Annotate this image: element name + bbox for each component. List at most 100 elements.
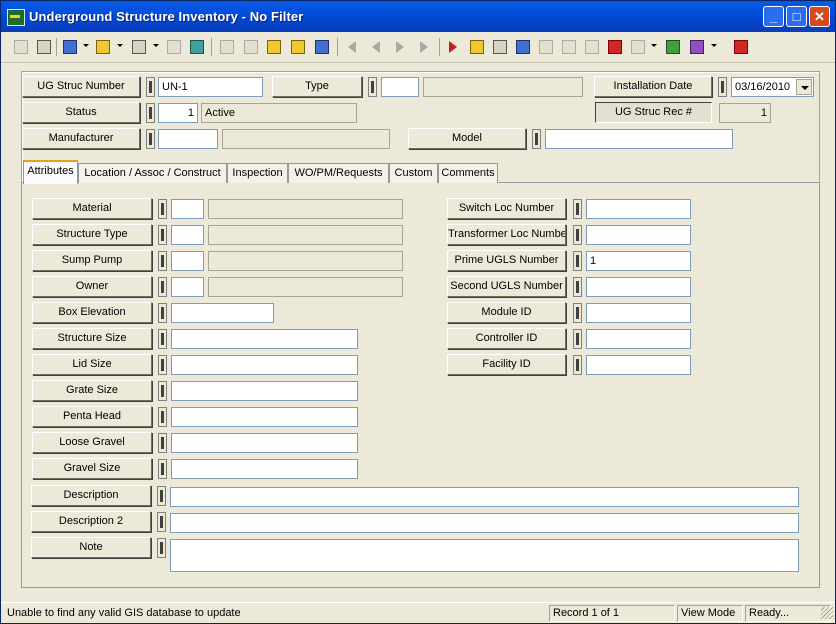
keyboard-icon[interactable] bbox=[536, 37, 556, 57]
minimize-button[interactable]: _ bbox=[763, 6, 784, 27]
field-handle[interactable] bbox=[158, 303, 167, 323]
box-elevation-button[interactable]: Box Elevation bbox=[32, 302, 152, 323]
gravel-size-button[interactable]: Gravel Size bbox=[32, 458, 152, 479]
previous-record-icon[interactable] bbox=[367, 37, 387, 57]
chat-icon[interactable] bbox=[628, 37, 648, 57]
field-handle[interactable] bbox=[146, 77, 155, 97]
new-record-icon[interactable] bbox=[11, 37, 31, 57]
lid-size-button[interactable]: Lid Size bbox=[32, 354, 152, 375]
structure-type-button[interactable]: Structure Type bbox=[32, 224, 152, 245]
tab-wo-pm-requests[interactable]: WO/PM/Requests bbox=[288, 163, 389, 183]
field-handle[interactable] bbox=[573, 225, 582, 245]
last-record-icon[interactable] bbox=[415, 37, 435, 57]
field-handle[interactable] bbox=[158, 381, 167, 401]
chevron-down-icon[interactable] bbox=[651, 44, 657, 47]
loose-gravel-field[interactable] bbox=[171, 433, 358, 453]
manufacturer-button[interactable]: Manufacturer bbox=[22, 128, 140, 149]
field-handle[interactable] bbox=[573, 329, 582, 349]
filter-icon[interactable] bbox=[93, 37, 113, 57]
pencil-icon[interactable] bbox=[288, 37, 308, 57]
sump-pump-button[interactable]: Sump Pump bbox=[32, 250, 152, 271]
ug-struc-number-field[interactable]: UN-1 bbox=[158, 77, 263, 97]
description-2-button[interactable]: Description 2 bbox=[31, 511, 151, 532]
owner-code-field[interactable] bbox=[171, 277, 204, 297]
note-button[interactable]: Note bbox=[31, 537, 151, 558]
search-icon[interactable] bbox=[34, 37, 54, 57]
loose-gravel-button[interactable]: Loose Gravel bbox=[32, 432, 152, 453]
switch-loc-number-field[interactable] bbox=[586, 199, 691, 219]
tab-inspection[interactable]: Inspection bbox=[227, 163, 288, 183]
copy-icon[interactable] bbox=[164, 37, 184, 57]
field-handle[interactable] bbox=[718, 77, 727, 97]
type-code-field[interactable] bbox=[381, 77, 419, 97]
type-button[interactable]: Type bbox=[272, 76, 362, 97]
scissors-icon[interactable] bbox=[312, 37, 332, 57]
transformer-loc-number-button[interactable]: Transformer Loc Number bbox=[447, 224, 566, 245]
paste-icon[interactable] bbox=[187, 37, 207, 57]
ug-struc-rec-button[interactable]: UG Struc Rec # bbox=[595, 102, 712, 123]
exit-icon[interactable] bbox=[731, 37, 751, 57]
gravel-size-field[interactable] bbox=[171, 459, 358, 479]
maximize-button[interactable]: □ bbox=[786, 6, 807, 27]
tab-attributes[interactable]: Attributes bbox=[23, 160, 78, 184]
structure-size-button[interactable]: Structure Size bbox=[32, 328, 152, 349]
report-icon[interactable] bbox=[129, 37, 149, 57]
delete-icon[interactable] bbox=[241, 37, 261, 57]
module-id-button[interactable]: Module ID bbox=[447, 302, 566, 323]
field-handle[interactable] bbox=[158, 329, 167, 349]
field-handle[interactable] bbox=[573, 355, 582, 375]
book-icon[interactable] bbox=[687, 37, 707, 57]
chevron-down-icon[interactable] bbox=[83, 44, 89, 47]
calculator-icon[interactable] bbox=[559, 37, 579, 57]
module-id-field[interactable] bbox=[586, 303, 691, 323]
image-icon[interactable] bbox=[582, 37, 602, 57]
field-handle[interactable] bbox=[157, 538, 166, 558]
field-handle[interactable] bbox=[158, 251, 167, 271]
next-record-icon[interactable] bbox=[391, 37, 411, 57]
chevron-down-icon[interactable] bbox=[153, 44, 159, 47]
grate-size-button[interactable]: Grate Size bbox=[32, 380, 152, 401]
field-handle[interactable] bbox=[158, 277, 167, 297]
owner-button[interactable]: Owner bbox=[32, 276, 152, 297]
second-ugls-number-field[interactable] bbox=[586, 277, 691, 297]
controller-id-button[interactable]: Controller ID bbox=[447, 328, 566, 349]
box-elevation-field[interactable] bbox=[171, 303, 274, 323]
tab-location-assoc-construct[interactable]: Location / Assoc / Construct bbox=[78, 163, 227, 183]
field-handle[interactable] bbox=[573, 303, 582, 323]
hierarchy-icon[interactable] bbox=[513, 37, 533, 57]
structure-size-field[interactable] bbox=[171, 329, 358, 349]
field-handle[interactable] bbox=[158, 355, 167, 375]
chevron-down-icon[interactable] bbox=[117, 44, 123, 47]
field-handle[interactable] bbox=[532, 129, 541, 149]
close-button[interactable]: ✕ bbox=[809, 6, 830, 27]
toolbox-icon[interactable] bbox=[605, 37, 625, 57]
tree-icon[interactable] bbox=[490, 37, 510, 57]
field-handle[interactable] bbox=[158, 199, 167, 219]
note-field[interactable] bbox=[170, 539, 799, 572]
chevron-down-icon[interactable] bbox=[796, 79, 812, 95]
grid-icon[interactable] bbox=[663, 37, 683, 57]
description-field[interactable] bbox=[170, 487, 799, 507]
description-2-field[interactable] bbox=[170, 513, 799, 533]
field-handle[interactable] bbox=[158, 407, 167, 427]
field-handle[interactable] bbox=[573, 251, 582, 271]
prime-ugls-number-field[interactable]: 1 bbox=[586, 251, 691, 271]
ug-struc-number-button[interactable]: UG Struc Number bbox=[22, 76, 140, 97]
field-handle[interactable] bbox=[573, 199, 582, 219]
material-code-field[interactable] bbox=[171, 199, 204, 219]
lid-size-field[interactable] bbox=[171, 355, 358, 375]
first-record-icon[interactable] bbox=[343, 37, 363, 57]
manufacturer-code-field[interactable] bbox=[158, 129, 218, 149]
field-handle[interactable] bbox=[146, 103, 155, 123]
books-icon[interactable] bbox=[264, 37, 284, 57]
field-handle[interactable] bbox=[146, 129, 155, 149]
field-handle[interactable] bbox=[573, 277, 582, 297]
installation-date-button[interactable]: Installation Date bbox=[594, 76, 712, 97]
penta-head-button[interactable]: Penta Head bbox=[32, 406, 152, 427]
query-icon[interactable] bbox=[60, 37, 80, 57]
status-code-field[interactable]: 1 bbox=[158, 103, 198, 123]
field-handle[interactable] bbox=[158, 459, 167, 479]
title-bar[interactable]: Underground Structure Inventory - No Fil… bbox=[1, 1, 835, 32]
chevron-down-icon[interactable] bbox=[711, 44, 717, 47]
installation-date-dropdown[interactable]: 03/16/2010 bbox=[731, 77, 814, 97]
